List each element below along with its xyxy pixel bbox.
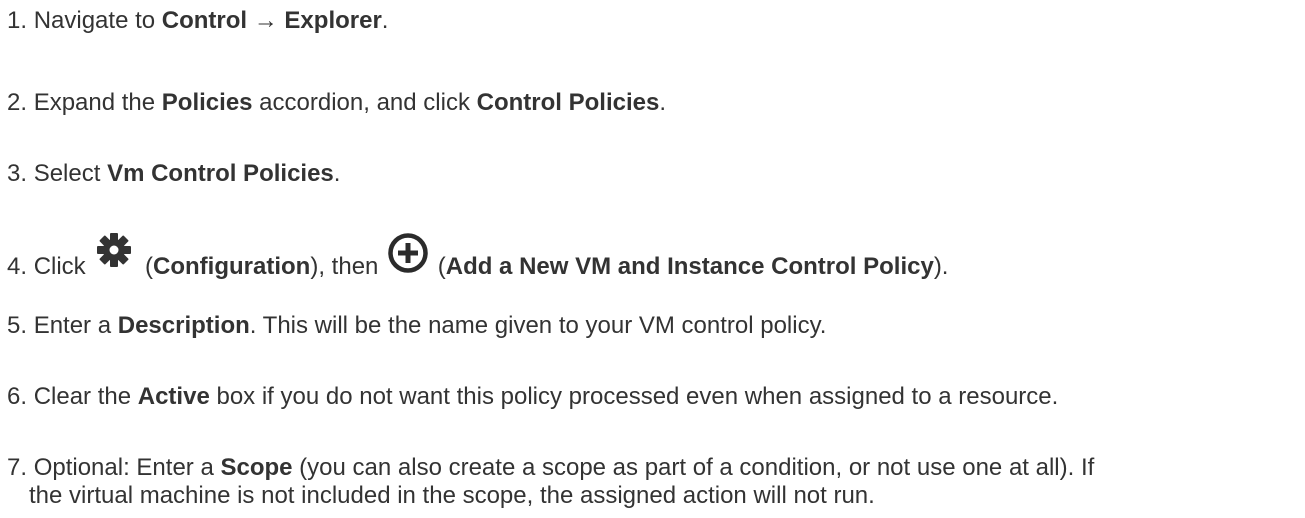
step-text: .	[381, 7, 389, 34]
step-number: 1.	[7, 7, 28, 34]
step-text: ).	[933, 253, 949, 280]
step-5: 5. Enter a Description. This will be the…	[7, 312, 826, 340]
step-text: accordion, and click	[252, 89, 477, 116]
step-2: 2. Expand the Policies accordion, and cl…	[7, 89, 666, 117]
step-text: Expand the	[33, 89, 162, 116]
menu-explorer: Explorer	[284, 7, 382, 34]
step-text: .	[333, 160, 341, 187]
step-text: . This will be the name given to your VM…	[249, 312, 827, 339]
add-policy-label: Add a New VM and Instance Control Policy	[445, 253, 934, 280]
step-number: 5.	[7, 312, 28, 339]
step-3: 3. Select Vm Control Policies.	[7, 160, 340, 188]
step-number: 6.	[7, 383, 28, 410]
step-6: 6. Clear the Active box if you do not wa…	[7, 383, 1058, 411]
step-1: 1. Navigate to Control → Explorer.	[7, 7, 388, 35]
step-text: Clear the	[33, 383, 138, 410]
step-text: (	[431, 253, 446, 280]
step-number: 4.	[7, 253, 28, 280]
step-text: .	[659, 89, 666, 116]
menu-control: Control	[161, 7, 248, 34]
step-text: Navigate to	[33, 7, 162, 34]
plus-circle-icon	[387, 232, 429, 274]
accordion-policies: Policies	[161, 89, 253, 116]
configuration-label: Configuration	[153, 253, 311, 280]
step-number: 2.	[7, 89, 28, 116]
step-text: (you can also create a scope as part of …	[292, 454, 1095, 481]
step-number: 3.	[7, 160, 28, 187]
instruction-list: 1. Navigate to Control → Explorer. 2. Ex…	[0, 0, 1305, 518]
step-text: box if you do not want this policy proce…	[209, 383, 1059, 410]
vm-control-policies-label: Vm Control Policies	[107, 160, 334, 187]
control-policies-label: Control Policies	[476, 89, 660, 116]
step-7: 7. Optional: Enter a Scope (you can also…	[7, 454, 1297, 510]
step-4: 4. Click (Configuration), then (Add a Ne…	[7, 230, 948, 281]
step-text: →	[247, 7, 285, 34]
step-text-continued: the virtual machine is not included in t…	[29, 482, 875, 509]
step-text: Select	[33, 160, 108, 187]
step-text: Click	[33, 253, 93, 280]
description-label: Description	[117, 312, 250, 339]
step-text: ), then	[310, 253, 386, 280]
step-text: Optional: Enter a	[33, 454, 221, 481]
step-number: 7.	[7, 454, 28, 481]
gear-icon	[94, 230, 134, 270]
step-text: Enter a	[33, 312, 118, 339]
scope-label: Scope	[220, 454, 293, 481]
active-label: Active	[137, 383, 210, 410]
step-text: (	[138, 253, 154, 280]
